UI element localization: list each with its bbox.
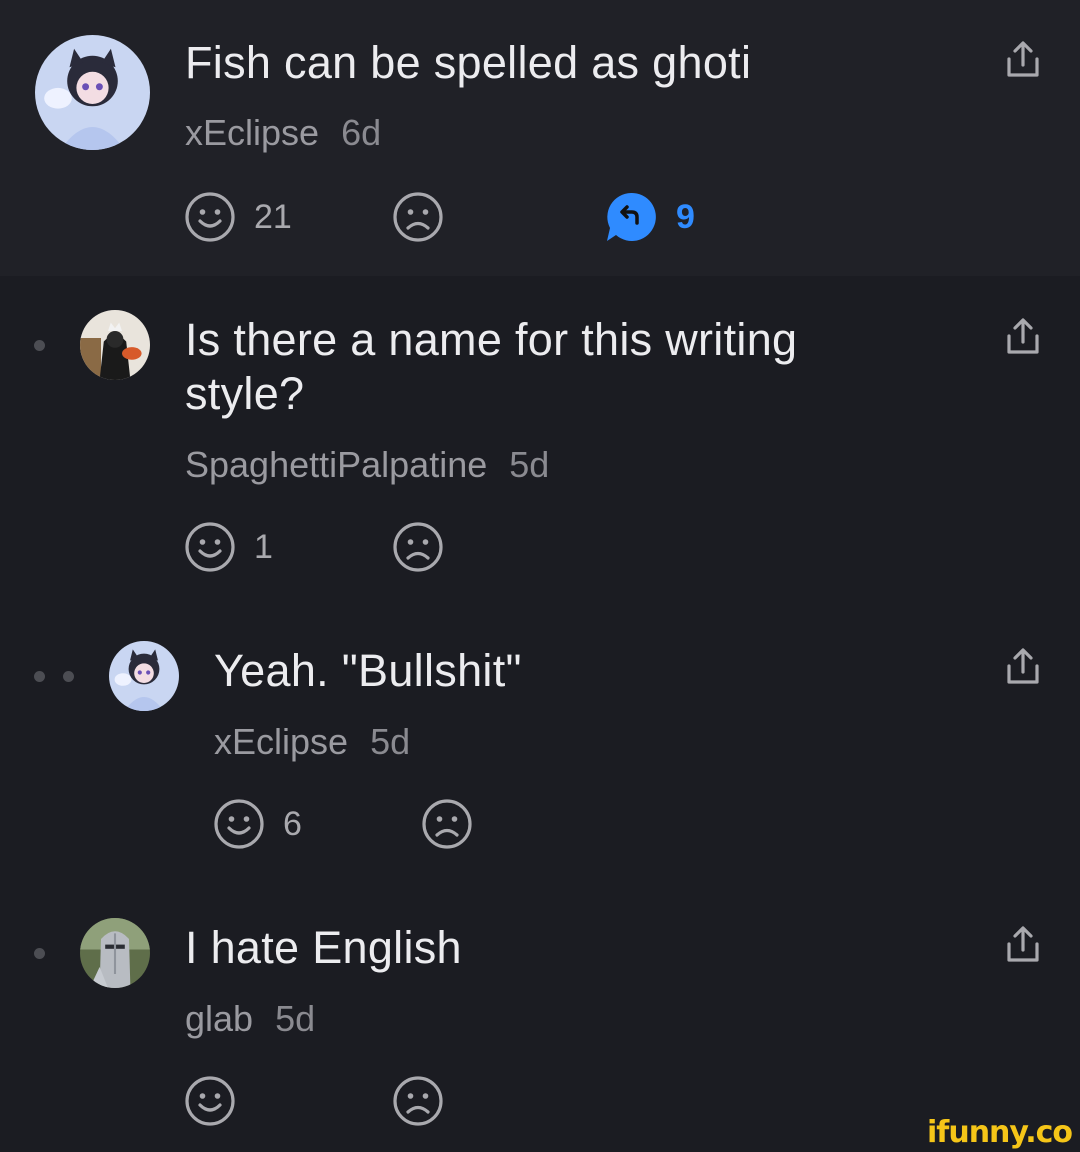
- ifunny-watermark: ifunny.co: [927, 1115, 1073, 1150]
- smile-icon: [185, 192, 235, 242]
- smile-icon: [214, 799, 264, 849]
- frown-button[interactable]: [421, 798, 473, 850]
- share-icon: [1007, 926, 1039, 962]
- comment-text: I hate English: [185, 922, 462, 973]
- share-icon: [1007, 41, 1039, 77]
- thread-depth-dot: [34, 671, 45, 682]
- avatar[interactable]: [109, 641, 179, 711]
- timestamp: 6d: [341, 112, 382, 153]
- frown-button[interactable]: [392, 1075, 444, 1127]
- avatar[interactable]: [80, 310, 150, 380]
- share-button[interactable]: [1003, 40, 1043, 80]
- smile-button[interactable]: 6: [213, 798, 302, 850]
- share-icon: [1007, 318, 1039, 354]
- share-button[interactable]: [1003, 647, 1043, 687]
- username[interactable]: xEclipse: [185, 112, 319, 153]
- thread-depth-dot: [34, 340, 45, 351]
- smile-count: 1: [254, 527, 273, 566]
- frown-icon: [393, 192, 443, 242]
- username[interactable]: SpaghettiPalpatine: [185, 444, 487, 485]
- smile-button[interactable]: 1: [184, 521, 273, 573]
- share-button[interactable]: [1003, 925, 1043, 965]
- username[interactable]: glab: [185, 998, 253, 1039]
- username[interactable]: xEclipse: [214, 721, 348, 762]
- smile-icon: [185, 522, 235, 572]
- thread-depth-dot: [63, 671, 74, 682]
- thread-depth-dot: [34, 948, 45, 959]
- reply-count: 9: [676, 197, 695, 236]
- comment-meta: xEclipse 6d: [185, 112, 381, 154]
- comment-meta: SpaghettiPalpatine 5d: [185, 444, 549, 486]
- comment-meta: glab 5d: [185, 998, 315, 1040]
- frown-button[interactable]: [392, 191, 444, 243]
- smile-count: 6: [283, 804, 302, 843]
- replies-button[interactable]: 9: [604, 190, 695, 244]
- timestamp: 5d: [509, 444, 550, 485]
- reply-bubble-icon: [607, 192, 656, 241]
- comment-text: Fish can be spelled as ghoti: [185, 37, 752, 88]
- share-button[interactable]: [1003, 317, 1043, 357]
- avatar[interactable]: [35, 35, 150, 150]
- share-icon: [1007, 648, 1039, 684]
- avatar[interactable]: [80, 918, 150, 988]
- frown-icon: [422, 799, 472, 849]
- smile-count: 21: [254, 197, 292, 236]
- timestamp: 5d: [275, 998, 316, 1039]
- comment-text: Is there a name for this writing style?: [185, 314, 798, 419]
- frown-icon: [393, 522, 443, 572]
- smile-button[interactable]: 21: [184, 191, 292, 243]
- frown-button[interactable]: [392, 521, 444, 573]
- comment-meta: xEclipse 5d: [214, 721, 410, 763]
- comment-text: Yeah. "Bullshit": [214, 645, 522, 696]
- frown-icon: [393, 1076, 443, 1126]
- smile-button[interactable]: [184, 1075, 236, 1127]
- timestamp: 5d: [370, 721, 411, 762]
- smile-icon: [185, 1076, 235, 1126]
